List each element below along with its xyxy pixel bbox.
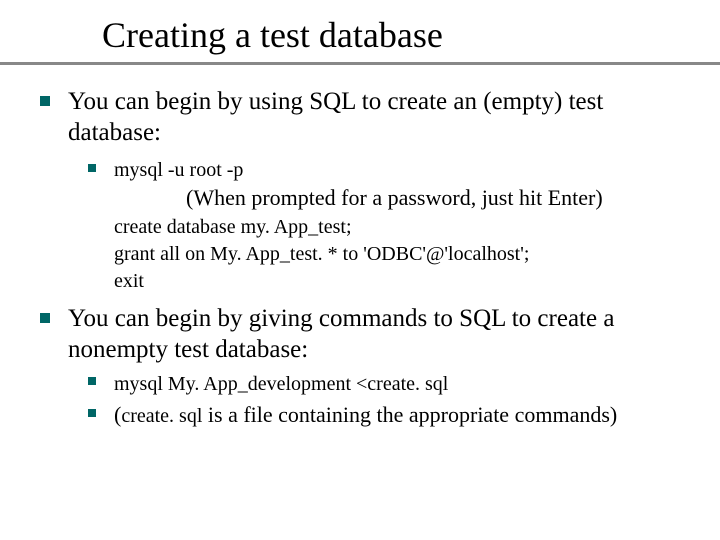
- list-item-text: You can begin by using SQL to create an …: [68, 86, 680, 149]
- square-bullet-icon: [88, 377, 96, 385]
- list-item: You can begin by using SQL to create an …: [38, 86, 690, 149]
- square-bullet-icon: [40, 313, 50, 323]
- code-line: grant all on My. App_test. * to 'ODBC'@'…: [114, 241, 690, 268]
- code-line: exit: [114, 268, 690, 295]
- list-item-text: mysql My. App_development <create. sql: [114, 369, 448, 397]
- page-title: Creating a test database: [102, 16, 690, 56]
- note-text: (When prompted for a password, just hit …: [186, 184, 690, 212]
- command-text: mysql -u root -p: [114, 159, 243, 181]
- square-bullet-icon: [40, 96, 50, 106]
- square-bullet-icon: [88, 409, 96, 417]
- list-item: mysql -u root -p: [86, 156, 690, 182]
- title-wrap: Creating a test database: [30, 8, 690, 70]
- inline-code: create. sql: [121, 405, 202, 427]
- list-item: (create. sql is a file containing the ap…: [86, 401, 690, 429]
- list-item-text: (create. sql is a file containing the ap…: [114, 401, 617, 429]
- slide: Creating a test database You can begin b…: [0, 0, 720, 540]
- content: You can begin by using SQL to create an …: [30, 70, 690, 430]
- code-line: create database my. App_test;: [114, 214, 690, 241]
- list-item-text: mysql -u root -p: [114, 156, 243, 182]
- title-underline: [0, 62, 720, 65]
- code-block: create database my. App_test; grant all …: [114, 214, 690, 295]
- list-item: mysql My. App_development <create. sql: [86, 369, 690, 397]
- note-suffix: is a file containing the appropriate com…: [202, 402, 617, 427]
- square-bullet-icon: [88, 164, 96, 172]
- command-text: mysql My. App_development <create. sql: [114, 373, 448, 395]
- list-item: You can begin by giving commands to SQL …: [38, 303, 690, 366]
- list-item-text: You can begin by giving commands to SQL …: [68, 303, 680, 366]
